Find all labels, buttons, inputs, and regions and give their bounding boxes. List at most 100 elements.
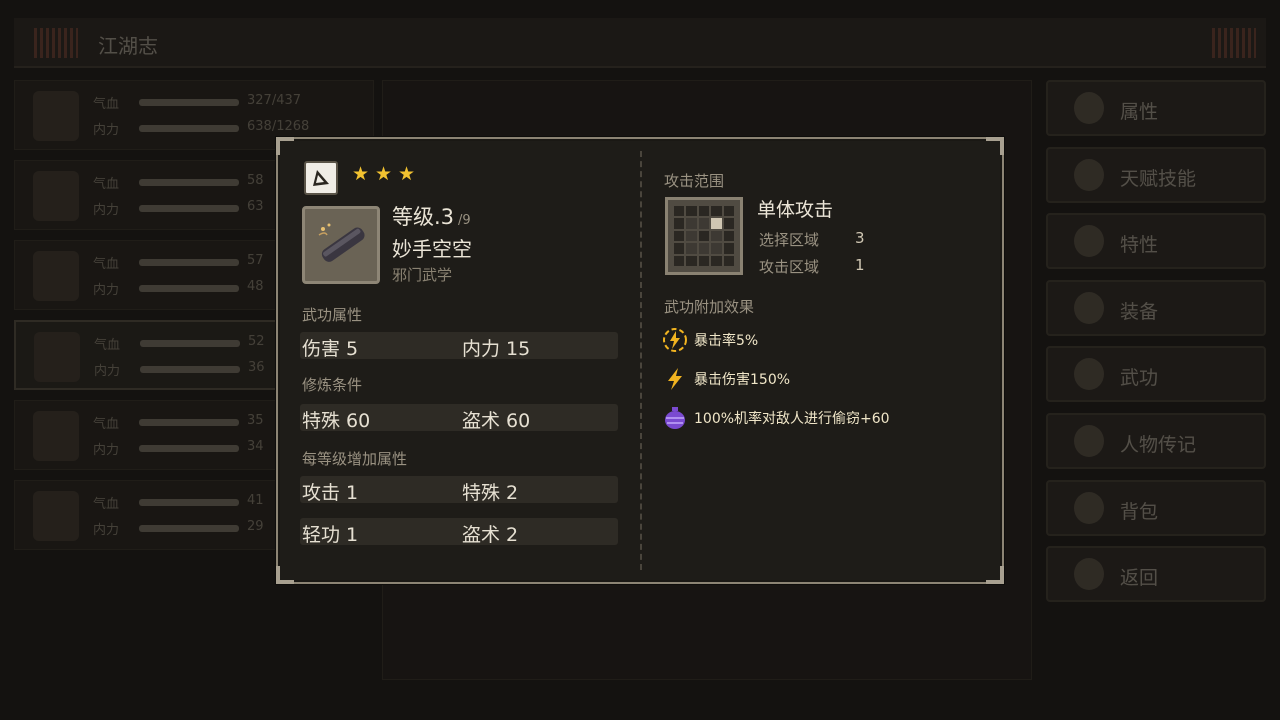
- avatar: [33, 411, 79, 461]
- range-section-title: 攻击范围: [664, 172, 725, 190]
- talent-icon: [1074, 158, 1104, 191]
- hp-label: 气血: [94, 338, 121, 353]
- star-icon: ★: [352, 163, 370, 185]
- avatar: [33, 171, 79, 221]
- attr-internal-energy: 内力 15: [462, 338, 531, 360]
- menu-button-equipment[interactable]: 装备: [1046, 279, 1266, 336]
- menu-button-attributes[interactable]: 属性: [1046, 80, 1266, 136]
- menu-button-biography[interactable]: 人物传记: [1046, 412, 1266, 469]
- corner-deco: [276, 566, 294, 584]
- hp-bar: [140, 340, 240, 347]
- skill-name: 妙手空空: [392, 237, 472, 261]
- mp-label: 内力: [94, 364, 121, 379]
- growth-row: 轻功 1 盗术 2: [300, 518, 618, 546]
- sword-icon: [1074, 291, 1104, 324]
- target-cell: [711, 218, 722, 229]
- level-value: 等级.3: [392, 205, 455, 229]
- effect-crit-damage: 暴击伤害150%: [662, 366, 790, 392]
- mp-label: 内力: [93, 523, 120, 538]
- growth-section-title: 每等级增加属性: [302, 450, 408, 468]
- menu-button-return[interactable]: 返回: [1046, 546, 1266, 603]
- scroll-item-icon: [302, 206, 380, 284]
- menu-button-martial-arts[interactable]: 武功: [1046, 346, 1266, 403]
- attr-damage: 伤害 5: [302, 338, 359, 360]
- scroll-icon: [1074, 358, 1104, 391]
- mp-value: 638/1268: [247, 119, 310, 134]
- header-bar: 江湖志: [14, 18, 1266, 68]
- mp-bar: [139, 445, 239, 452]
- side-menu: 属性 天赋技能 特性 装备 武功 人物传记 背包 返回: [1046, 80, 1266, 613]
- req-thievery: 盗术 60: [462, 410, 531, 432]
- mp-bar: [139, 525, 239, 532]
- menu-button-traits[interactable]: 特性: [1046, 213, 1266, 270]
- column-divider: [640, 151, 642, 570]
- growth-attack: 攻击 1: [302, 482, 359, 504]
- avatar: [33, 91, 79, 141]
- select-area-info: 选择区域 3: [759, 229, 865, 249]
- steal-bag-icon: [662, 405, 688, 431]
- mp-bar: [140, 366, 240, 373]
- star-icon: ★: [398, 163, 416, 185]
- menu-label: 装备: [1120, 300, 1159, 323]
- effect-steal: 100%机率对敌人进行偷窃+60: [662, 405, 890, 431]
- mp-bar: [139, 125, 239, 132]
- hp-label: 气血: [93, 97, 120, 112]
- corner-deco: [986, 137, 1004, 155]
- menu-label: 背包: [1120, 500, 1159, 523]
- growth-special: 特殊 2: [462, 482, 519, 504]
- menu-label: 返回: [1120, 567, 1159, 590]
- mp-value: 48: [247, 279, 264, 294]
- hp-value: 41: [247, 493, 264, 508]
- hp-value: 58: [247, 173, 264, 188]
- menu-label: 武功: [1120, 367, 1159, 390]
- page-title: 江湖志: [98, 34, 158, 58]
- mp-value: 36: [248, 360, 265, 375]
- mp-value: 63: [247, 199, 264, 214]
- mp-bar: [139, 205, 239, 212]
- skill-category: 邪门武学: [392, 266, 453, 284]
- door-icon: [1074, 558, 1104, 591]
- effects-section-title: 武功附加效果: [664, 298, 755, 316]
- hp-label: 气血: [93, 257, 120, 272]
- header-deco-right: [1212, 28, 1256, 58]
- hp-bar: [139, 179, 239, 186]
- req-row: 特殊 60 盗术 60: [300, 404, 618, 432]
- mp-label: 内力: [93, 123, 120, 138]
- menu-label: 人物传记: [1120, 433, 1197, 456]
- attack-range-grid: [665, 197, 743, 275]
- attr-row: 伤害 5 内力 15: [300, 332, 618, 360]
- book-icon: [1074, 424, 1104, 457]
- hp-value: 57: [247, 253, 264, 268]
- header-deco-left: [34, 28, 78, 58]
- lightning-circle-icon: [662, 327, 688, 353]
- growth-row: 攻击 1 特殊 2: [300, 476, 618, 504]
- mp-label: 内力: [93, 283, 120, 298]
- corner-deco: [276, 137, 294, 155]
- effect-text: 100%机率对敌人进行偷窃+60: [694, 411, 890, 427]
- avatar: [33, 491, 79, 541]
- hp-value: 52: [248, 334, 265, 349]
- menu-label: 天赋技能: [1120, 167, 1197, 190]
- attr-section-title: 武功属性: [302, 306, 363, 324]
- mp-value: 34: [247, 439, 264, 454]
- hp-label: 气血: [93, 177, 120, 192]
- menu-label: 属性: [1120, 101, 1159, 123]
- avatar: [33, 251, 79, 301]
- effect-crit-rate: 暴击率5%: [662, 327, 758, 353]
- req-special: 特殊 60: [302, 410, 371, 432]
- hp-bar: [139, 99, 239, 106]
- corner-deco: [986, 566, 1004, 584]
- effect-text: 暴击伤害150%: [694, 372, 791, 388]
- level-max: /9: [458, 213, 471, 228]
- skill-tooltip-panel: ★ ★ ★ 等级.3/9 妙手空空 邪门武学 武功属性 伤害 5 内力 15 修炼条…: [276, 137, 1004, 584]
- menu-button-talents[interactable]: 天赋技能: [1046, 146, 1266, 203]
- skill-type-icon: [304, 161, 338, 195]
- menu-button-backpack[interactable]: 背包: [1046, 479, 1266, 536]
- star-rating: ★ ★ ★: [352, 165, 417, 184]
- menu-label: 特性: [1120, 234, 1159, 257]
- avatar: [34, 332, 80, 382]
- hp-value: 327/437: [247, 93, 302, 108]
- hp-value: 35: [247, 413, 264, 428]
- hp-bar: [139, 259, 239, 266]
- range-type-name: 单体攻击: [757, 199, 834, 221]
